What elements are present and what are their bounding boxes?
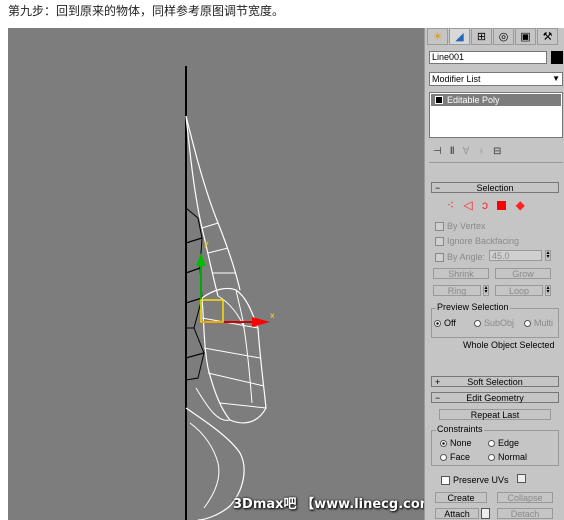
preview-selection-label: Preview Selection (436, 302, 510, 312)
detach-button[interactable]: Detach (497, 508, 553, 519)
utilities-tab-icon[interactable]: ⚒ (537, 28, 558, 45)
constraints-label: Constraints (436, 424, 484, 434)
constraint-none-radio[interactable]: None (440, 438, 472, 448)
stack-expand-icon[interactable] (435, 96, 443, 104)
show-end-result-icon[interactable]: Ⅱ (450, 146, 455, 157)
edge-icon[interactable]: ◁ (463, 198, 472, 212)
modify-tab-icon[interactable]: ◢ (449, 28, 470, 45)
ring-button[interactable]: Ring (433, 285, 481, 296)
edit-geometry-rollout-header[interactable]: − Edit Geometry (431, 392, 559, 403)
preview-off-radio[interactable]: Off (434, 318, 456, 328)
collapse-button[interactable]: Collapse (497, 492, 553, 503)
make-unique-icon[interactable]: ∀ (463, 146, 470, 157)
svg-text:y: y (204, 239, 209, 248)
repeat-last-button[interactable]: Repeat Last (439, 409, 551, 420)
modifier-stack: Editable Poly (429, 92, 563, 138)
attach-list-icon[interactable] (481, 508, 490, 519)
create-button[interactable]: Create (435, 492, 487, 503)
preserve-uvs-checkbox[interactable]: Preserve UVs (441, 475, 509, 486)
modifier-list-label: Modifier List (432, 74, 481, 84)
constraints-group: Constraints None Edge Face Normal (431, 424, 559, 466)
stack-item-editable-poly[interactable]: Editable Poly (431, 94, 561, 106)
object-color-swatch[interactable] (551, 51, 563, 64)
ignore-backfacing-checkbox[interactable]: Ignore Backfacing (435, 236, 519, 247)
remove-modifier-icon[interactable]: ♁ (477, 146, 485, 157)
stack-toolbar: ⊣ Ⅱ ∀ ♁ ⊟ (429, 143, 564, 159)
expand-icon: + (435, 377, 441, 387)
constraint-edge-radio[interactable]: Edge (488, 438, 519, 448)
polygon-icon[interactable] (497, 201, 507, 211)
subobject-icons: ⁖ ◁ ↄ ◆ (447, 198, 525, 212)
dropdown-arrow-icon: ▼ (552, 74, 560, 83)
gizmo-x-arrow (252, 317, 270, 327)
loop-button[interactable]: Loop (495, 285, 543, 296)
divider (429, 162, 563, 163)
shrink-button[interactable]: Shrink (433, 268, 489, 279)
constraint-normal-radio[interactable]: Normal (488, 452, 527, 462)
create-tab-icon[interactable]: ☀ (427, 28, 448, 45)
preview-subobj-radio[interactable]: SubObj (474, 318, 514, 328)
attach-button[interactable]: Attach (435, 508, 479, 519)
command-tabs: ☀ ◢ ⊞ ◎ ▣ ⚒ (425, 28, 564, 46)
grow-button[interactable]: Grow (495, 268, 551, 279)
by-angle-checkbox[interactable]: By Angle: (435, 252, 485, 263)
selection-status: Whole Object Selected (463, 340, 555, 350)
edit-geometry-title: Edit Geometry (466, 393, 524, 403)
loop-spinner[interactable]: ▴ ▾ (545, 285, 551, 296)
command-panel: ☀ ◢ ⊞ ◎ ▣ ⚒ Line001 Modifier List ▼ Edit… (424, 28, 564, 520)
configure-sets-icon[interactable]: ⊟ (493, 146, 501, 157)
stack-item-label: Editable Poly (447, 95, 500, 105)
collapse-icon: − (435, 183, 441, 193)
modifier-list-dropdown[interactable]: Modifier List ▼ (429, 72, 563, 86)
preview-multi-radio[interactable]: Multi (524, 318, 553, 328)
collapse-icon: − (435, 393, 441, 403)
preserve-uvs-settings-icon[interactable] (517, 474, 526, 483)
angle-spinner[interactable]: ▴ ▾ (545, 250, 551, 261)
object-name-field[interactable]: Line001 (429, 51, 547, 64)
pin-stack-icon[interactable]: ⊣ (433, 146, 442, 157)
selection-rollout-header[interactable]: − Selection (431, 182, 559, 193)
constraint-face-radio[interactable]: Face (440, 452, 470, 462)
hierarchy-tab-icon[interactable]: ⊞ (471, 28, 492, 45)
svg-text:x: x (270, 311, 275, 320)
selection-title: Selection (476, 183, 514, 193)
ring-spinner[interactable]: ▴ ▾ (483, 285, 489, 296)
step-caption: 第九步：回到原来的物体，同样参考原图调节宽度。 (8, 4, 285, 18)
perspective-viewport[interactable]: y x (8, 28, 424, 520)
by-vertex-checkbox[interactable]: By Vertex (435, 221, 486, 232)
angle-value-field[interactable]: 45.0 (489, 250, 542, 261)
gizmo-y-arrow (196, 253, 206, 266)
mesh-wireframe: y x (185, 66, 275, 520)
border-icon[interactable]: ↄ (482, 198, 488, 212)
soft-selection-rollout-header[interactable]: + Soft Selection (431, 376, 559, 387)
motion-tab-icon[interactable]: ◎ (493, 28, 514, 45)
vertex-icon[interactable]: ⁖ (447, 198, 454, 212)
preview-selection-group: Preview Selection Off SubObj Multi (431, 302, 559, 338)
display-tab-icon[interactable]: ▣ (515, 28, 536, 45)
element-icon[interactable]: ◆ (516, 198, 525, 212)
soft-selection-title: Soft Selection (467, 377, 523, 387)
